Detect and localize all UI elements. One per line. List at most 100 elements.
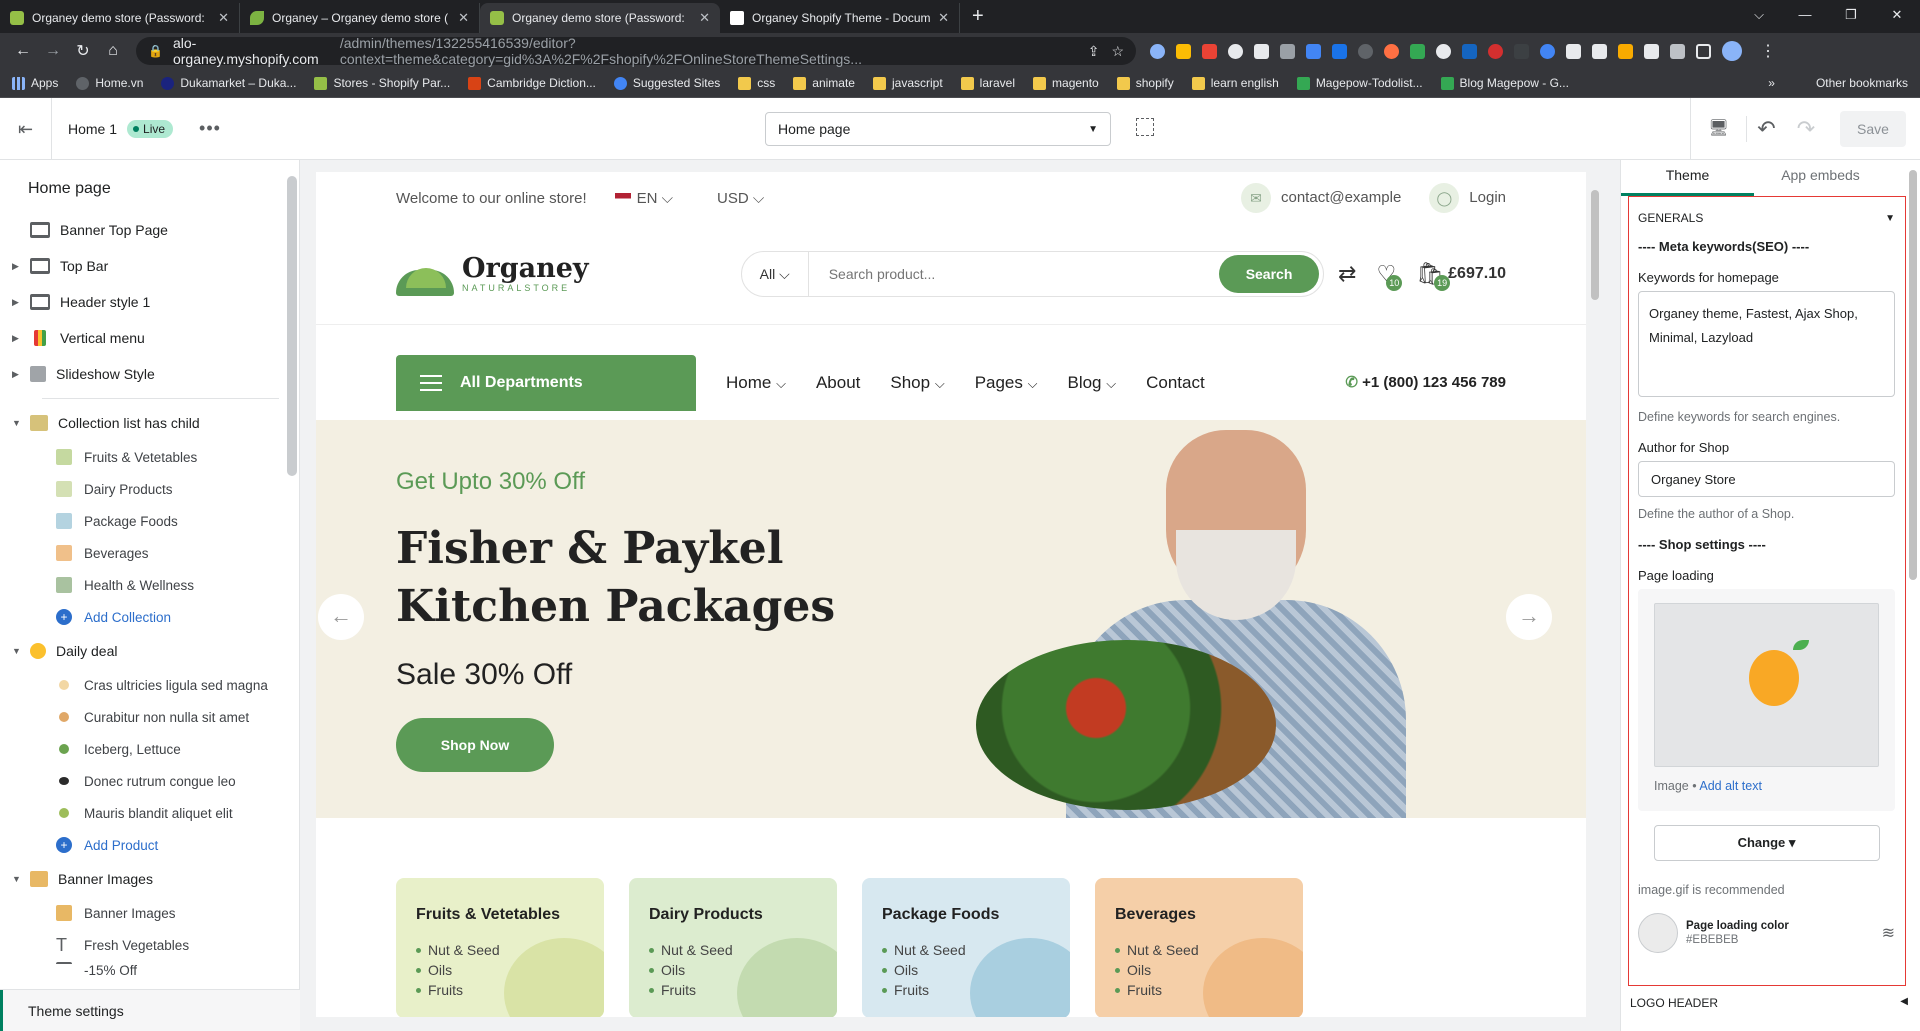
dynamic-source-icon[interactable]: ≋ — [1882, 923, 1895, 943]
cart-button[interactable]: 🛍 19 £697.10 — [1416, 261, 1506, 291]
address-bar[interactable]: 🔒 alo-organey.myshopify.com/admin/themes… — [136, 35, 1136, 67]
collection-card[interactable]: Package Foods Nut & Seed Oils Fruits — [862, 878, 1070, 1017]
add-product-button[interactable]: + Add Product — [12, 829, 299, 861]
menu-item-about[interactable]: About — [816, 355, 860, 412]
block-item[interactable]: Banner Images — [12, 897, 299, 929]
add-collection-button[interactable]: + Add Collection — [12, 601, 299, 633]
bookmark-item[interactable]: Magepow-Todolist... — [1296, 76, 1423, 90]
extension-icon[interactable] — [1592, 43, 1607, 59]
bookmark-item[interactable]: Dukamarket – Duka... — [161, 76, 296, 90]
tab-search-icon[interactable]: ⌵ — [1736, 0, 1782, 33]
bookmark-star-icon[interactable]: ☆ — [1111, 43, 1124, 60]
bookmark-item[interactable]: Stores - Shopify Par... — [314, 76, 450, 90]
block-item[interactable]: Beverages — [12, 537, 299, 569]
loading-image-preview[interactable] — [1654, 603, 1879, 767]
block-item[interactable]: Iceberg, Lettuce — [12, 733, 299, 765]
block-item[interactable]: Curabitur non nulla sit amet — [12, 701, 299, 733]
more-actions-icon[interactable]: ••• — [199, 118, 221, 139]
section-item[interactable]: Banner Top Page — [12, 212, 299, 248]
settings-scrollbar[interactable] — [1907, 160, 1919, 1031]
kebab-menu-icon[interactable]: ⋮ — [1753, 41, 1783, 61]
browser-tab[interactable]: Organey Shopify Theme - Docum ✕ — [720, 3, 960, 33]
expand-arrow-icon[interactable]: ▶ — [12, 261, 26, 272]
avatar[interactable] — [1722, 41, 1742, 61]
close-icon[interactable]: ✕ — [699, 10, 710, 26]
preview-scrollbar[interactable] — [1588, 172, 1602, 1017]
extension-icon[interactable] — [1228, 43, 1243, 59]
desktop-view-icon[interactable]: 🖥 — [1690, 98, 1746, 160]
sidepanel-icon[interactable] — [1696, 43, 1711, 59]
collection-card[interactable]: Fruits & Vetetables Nut & Seed Oils Fruits — [396, 878, 604, 1017]
block-item[interactable]: Fruits & Vetetables — [12, 441, 299, 473]
bookmark-folder[interactable]: css — [738, 76, 775, 90]
bookmark-folder[interactable]: magento — [1033, 76, 1099, 90]
collapse-arrow-icon[interactable]: ▼ — [12, 418, 26, 428]
section-item[interactable]: ▶ Header style 1 — [12, 284, 299, 320]
block-item[interactable]: -15% Off — [12, 961, 299, 979]
save-button[interactable]: Save — [1840, 111, 1906, 147]
expand-arrow-icon[interactable]: ▶ — [12, 333, 26, 344]
bookmark-apps[interactable]: Apps — [12, 76, 58, 90]
menu-item-blog[interactable]: Blog ⌵ — [1067, 355, 1116, 412]
search-category-select[interactable]: All ⌵ — [742, 251, 809, 297]
add-alt-text-link[interactable]: Add alt text — [1699, 779, 1762, 793]
shop-now-button[interactable]: Shop Now — [396, 718, 554, 772]
bookmark-item[interactable]: Home.vn — [76, 76, 143, 90]
author-field[interactable] — [1638, 461, 1895, 497]
bookmark-folder[interactable]: shopify — [1116, 76, 1174, 90]
extension-icon[interactable] — [1280, 43, 1295, 59]
block-item[interactable]: Donec rutrum congue leo — [12, 765, 299, 797]
expand-arrow-icon[interactable]: ▶ — [12, 297, 26, 308]
menu-item-pages[interactable]: Pages ⌵ — [975, 355, 1038, 412]
menu-item-contact[interactable]: Contact — [1146, 355, 1205, 412]
browser-tab[interactable]: Organey – Organey demo store (✕ — [240, 3, 480, 33]
section-item[interactable]: ▶ Vertical menu — [12, 320, 299, 356]
close-icon[interactable]: ✕ — [218, 10, 229, 26]
section-item[interactable]: ▼ Banner Images — [12, 861, 299, 897]
puzzle-icon[interactable] — [1670, 43, 1685, 59]
block-item[interactable]: Dairy Products — [12, 473, 299, 505]
bookmark-item[interactable]: Blog Magepow - G... — [1440, 76, 1569, 90]
extension-icon[interactable] — [1202, 43, 1217, 59]
menu-item-home[interactable]: Home ⌵ — [726, 355, 786, 412]
next-slide-icon[interactable]: → — [1506, 594, 1552, 640]
compare-icon[interactable]: ⇄ — [1338, 261, 1356, 287]
forward-icon[interactable]: → — [38, 42, 68, 60]
bookmark-folder[interactable]: javascript — [872, 76, 943, 90]
browser-tab-active[interactable]: Organey demo store (Password: ✕ — [480, 3, 720, 33]
extension-icon[interactable] — [1644, 43, 1659, 59]
block-item[interactable]: Mauris blandit aliquet elit — [12, 797, 299, 829]
section-item[interactable]: ▼ Collection list has child — [12, 405, 299, 441]
extension-icon[interactable] — [1176, 43, 1191, 59]
extension-icon[interactable] — [1410, 43, 1425, 59]
block-item[interactable]: Health & Wellness — [12, 569, 299, 601]
close-icon[interactable]: ✕ — [458, 10, 469, 26]
new-tab-button[interactable]: + — [960, 5, 996, 33]
extension-icon[interactable] — [1150, 43, 1165, 59]
wishlist-icon[interactable]: ♡ 10 — [1376, 261, 1403, 291]
store-logo[interactable]: Organey NATURALSTORE — [396, 252, 589, 296]
inspector-icon[interactable] — [1136, 118, 1154, 136]
undo-icon[interactable]: ↶ — [1746, 116, 1786, 142]
exit-editor-icon[interactable]: ⇤ — [0, 97, 52, 160]
contact-link[interactable]: ✉ contact@example — [1241, 183, 1401, 213]
sidebar-scrollbar[interactable] — [287, 176, 297, 476]
change-image-button[interactable]: Change ▾ — [1653, 825, 1880, 861]
extension-icon[interactable] — [1384, 43, 1399, 59]
extension-icon[interactable] — [1254, 43, 1269, 59]
tab-app-embeds[interactable]: App embeds — [1754, 160, 1887, 196]
search-button[interactable]: Search — [1219, 255, 1320, 293]
bookmark-item[interactable]: Suggested Sites — [613, 76, 720, 90]
bookmarks-overflow[interactable]: » Other bookmarks — [1768, 76, 1908, 90]
section-header-generals[interactable]: GENERALS ▼ — [1638, 211, 1895, 225]
extension-icon[interactable] — [1514, 43, 1529, 59]
keywords-field[interactable]: Organey theme, Fastest, Ajax Shop, Minim… — [1638, 291, 1895, 397]
bookmark-folder[interactable]: animate — [793, 76, 855, 90]
language-selector[interactable]: EN ⌵ — [614, 190, 673, 207]
extension-icon[interactable] — [1462, 43, 1477, 59]
minimize-icon[interactable]: — — [1782, 0, 1828, 33]
menu-item-shop[interactable]: Shop ⌵ — [890, 355, 944, 412]
extension-icon[interactable] — [1566, 43, 1581, 59]
theme-settings-button[interactable]: Theme settings — [0, 989, 300, 1031]
tab-theme[interactable]: Theme — [1621, 160, 1754, 196]
